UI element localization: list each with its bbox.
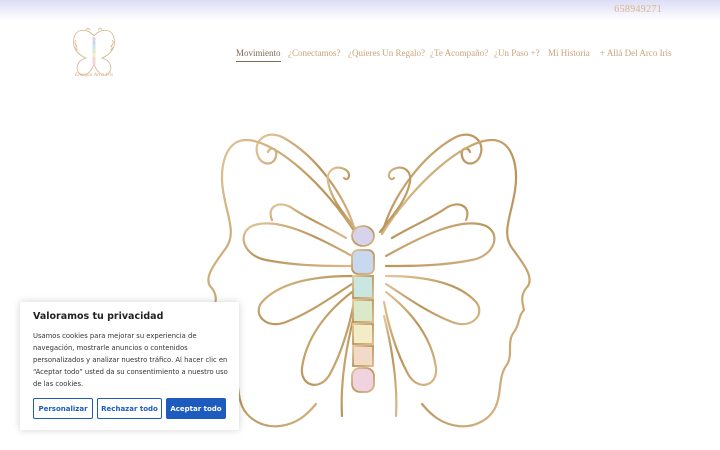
nav-item-un-paso[interactable]: ¿Un Paso +? xyxy=(494,46,540,60)
cookie-consent-banner: Valoramos tu privacidad Usamos cookies p… xyxy=(20,302,239,430)
nav-item-mi-historia[interactable]: Mi Historia xyxy=(548,46,590,60)
cookie-title: Valoramos tu privacidad xyxy=(33,311,164,322)
nav-item-alla-del-arco-iris[interactable]: + Allá Del Arco Iris xyxy=(600,46,672,60)
nav-item-te-acompano[interactable]: ¿Te Acompaño? xyxy=(430,46,488,60)
logo-caption: Energía Arco Iris xyxy=(74,72,114,78)
customize-button[interactable]: Personalizar xyxy=(33,398,93,419)
nav-item-quieres-un-regalo[interactable]: ¿Quieres Un Regalo? xyxy=(348,46,425,60)
cookie-description: Usamos cookies para mejorar su experienc… xyxy=(33,332,228,388)
nav-item-movimiento[interactable]: Movimiento xyxy=(236,46,281,62)
top-bar xyxy=(0,0,720,20)
phone-number-link[interactable]: 658949271 xyxy=(614,4,662,15)
nav-item-conectamos[interactable]: ¿Conectamos? xyxy=(288,46,340,60)
reject-all-button[interactable]: Rechazar todo xyxy=(97,398,162,419)
butterfly-face-icon xyxy=(207,133,531,428)
accept-all-button[interactable]: Aceptar todo xyxy=(166,398,226,419)
